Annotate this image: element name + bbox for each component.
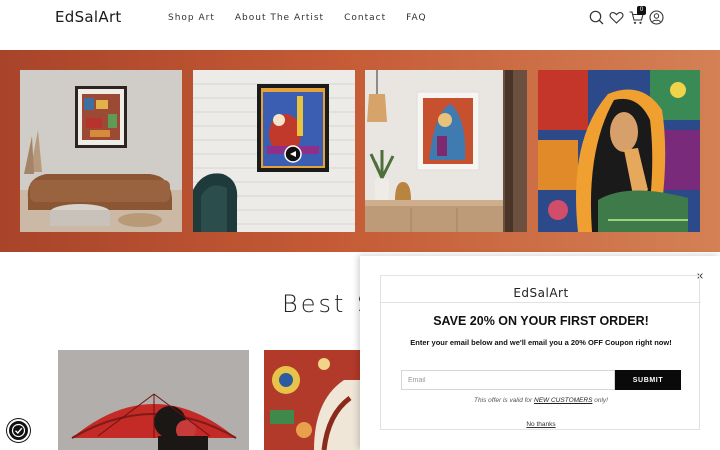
product-card-mosaic[interactable] bbox=[264, 350, 364, 450]
banner-image-portrait[interactable] bbox=[538, 70, 700, 232]
submit-button[interactable]: SUBMIT bbox=[615, 370, 681, 390]
offer-note: This offer is valid for NEW CUSTOMERS on… bbox=[381, 397, 701, 404]
popup-subtext: Enter your email below and we'll email y… bbox=[410, 338, 672, 347]
product-card-red-umbrella[interactable] bbox=[58, 350, 249, 450]
new-customers-link[interactable]: NEW CUSTOMERS bbox=[534, 397, 592, 404]
banner-image-living-room[interactable] bbox=[20, 70, 182, 232]
offer-note-suffix: only! bbox=[592, 397, 608, 404]
popup-heading: SAVE 20% ON YOUR FIRST ORDER! bbox=[433, 314, 649, 328]
popup-brand: EdSalArt bbox=[513, 286, 569, 300]
search-icon[interactable] bbox=[588, 9, 605, 26]
discount-popup: × EdSalArt SAVE 20% ON YOUR FIRST ORDER!… bbox=[360, 256, 720, 450]
no-thanks-link[interactable]: No thanks bbox=[381, 421, 701, 428]
cookie-settings-icon bbox=[11, 423, 26, 438]
banner-image-cabinet[interactable] bbox=[365, 70, 527, 232]
hero-banner bbox=[0, 50, 720, 252]
popup-content: EdSalArt SAVE 20% ON YOUR FIRST ORDER! E… bbox=[380, 275, 701, 430]
nav-faq[interactable]: FAQ bbox=[406, 13, 426, 23]
main-nav: Shop Art About The Artist Contact FAQ bbox=[168, 13, 447, 23]
email-input[interactable] bbox=[401, 370, 615, 390]
header-icons: 0 bbox=[588, 6, 668, 26]
account-icon[interactable] bbox=[648, 9, 665, 26]
cart-count-badge: 0 bbox=[637, 6, 646, 15]
banner-image-brick-wall[interactable] bbox=[193, 70, 355, 232]
cart-icon[interactable]: 0 bbox=[628, 6, 646, 26]
popup-divider bbox=[381, 302, 701, 303]
heart-icon[interactable] bbox=[608, 9, 625, 26]
offer-note-prefix: This offer is valid for bbox=[474, 397, 535, 404]
site-header: EdSalArt Shop Art About The Artist Conta… bbox=[0, 0, 720, 50]
site-logo[interactable]: EdSalArt bbox=[55, 8, 122, 26]
nav-shop-art[interactable]: Shop Art bbox=[168, 13, 215, 23]
cookie-settings-button[interactable] bbox=[7, 419, 30, 442]
nav-about-the-artist[interactable]: About The Artist bbox=[235, 13, 324, 23]
nav-contact[interactable]: Contact bbox=[344, 13, 386, 23]
